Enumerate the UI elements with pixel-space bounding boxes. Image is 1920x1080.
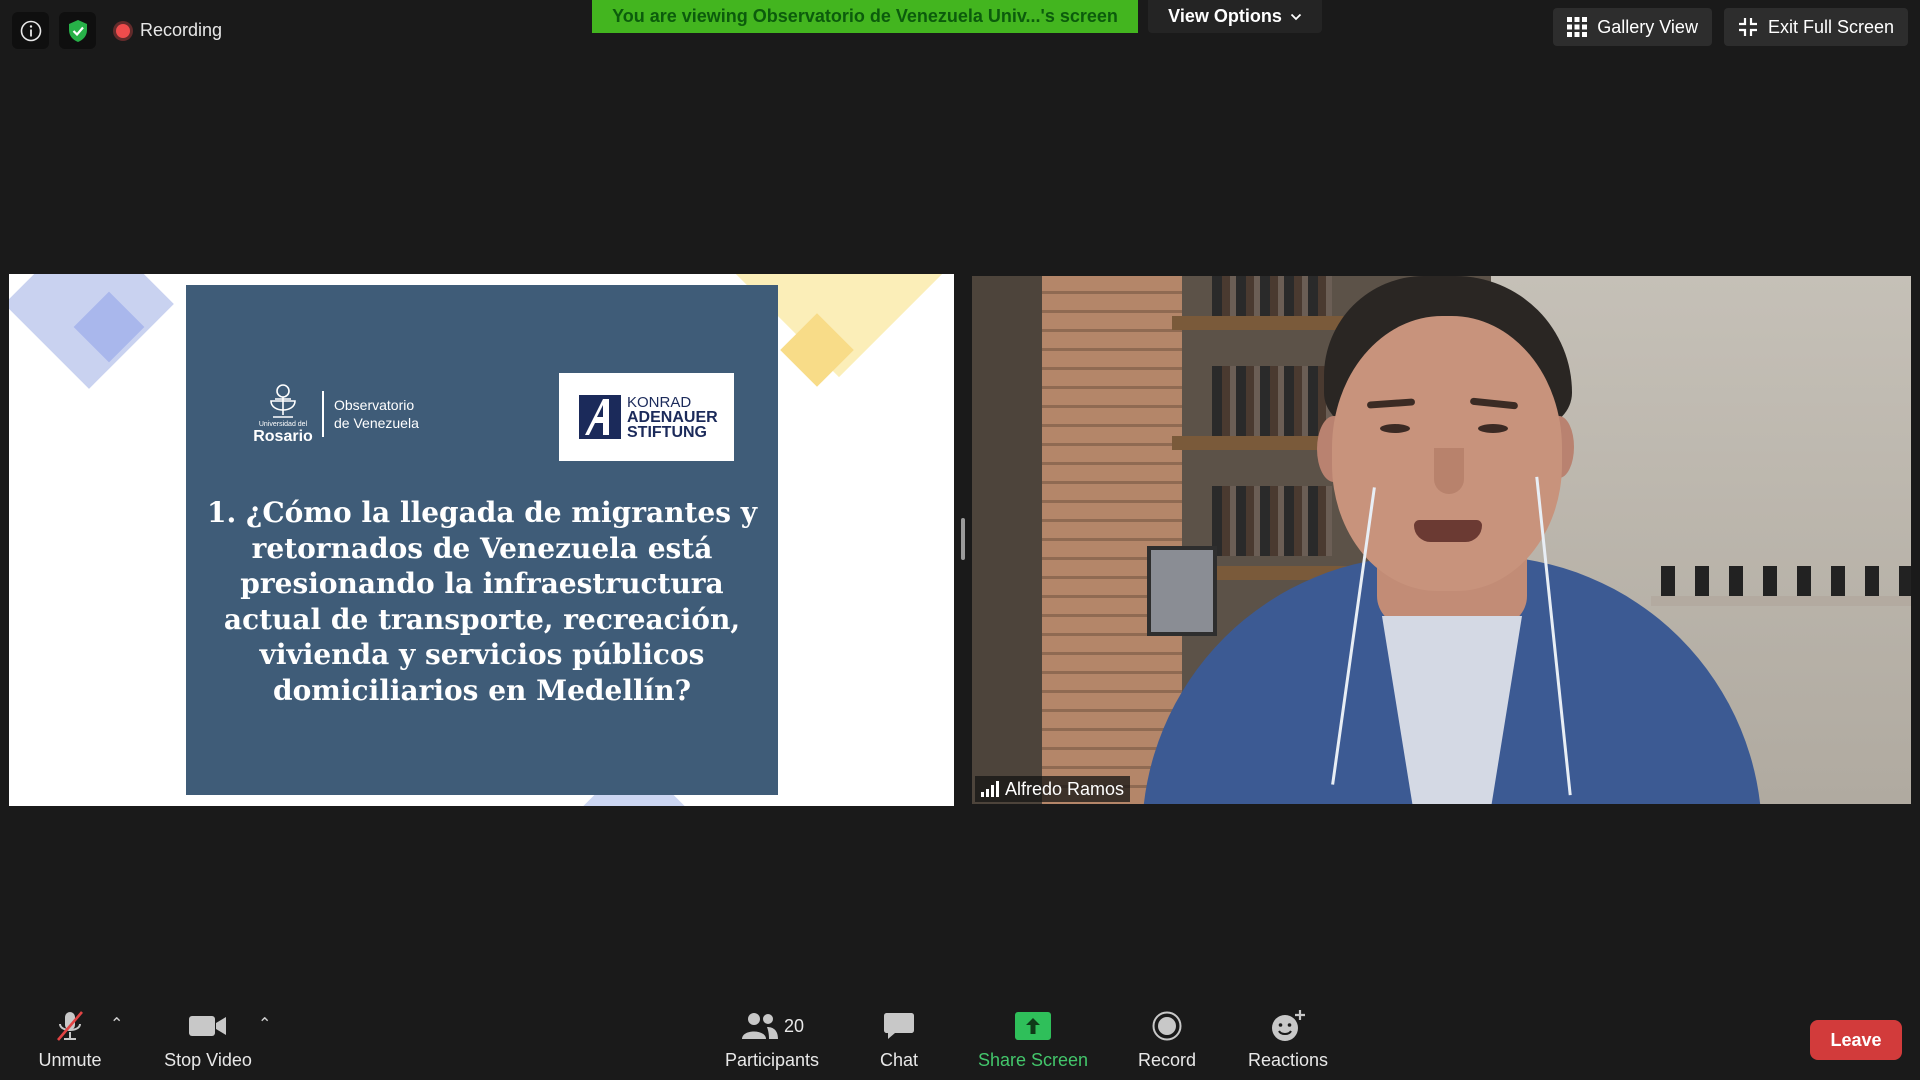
microphone-muted-icon bbox=[57, 1011, 83, 1041]
video-background bbox=[1147, 546, 1217, 636]
reactions-button[interactable]: Reactions bbox=[1242, 1000, 1334, 1080]
slide-card: Universidad del Rosario Observatorio de … bbox=[186, 285, 778, 795]
kas-line2: ADENAUER bbox=[627, 408, 718, 426]
participants-count: 20 bbox=[783, 1015, 805, 1036]
person-figure bbox=[1434, 448, 1464, 494]
exit-full-screen-button[interactable]: Exit Full Screen bbox=[1723, 8, 1908, 46]
univ-small-text: Universidad del bbox=[258, 421, 308, 428]
person-figure bbox=[1380, 424, 1410, 433]
info-icon bbox=[20, 20, 41, 41]
share-screen-icon bbox=[1015, 1012, 1051, 1040]
record-button[interactable]: Record bbox=[1130, 1000, 1204, 1080]
shield-check-icon bbox=[68, 19, 87, 42]
kas-line3: STIFTUNG bbox=[627, 423, 707, 441]
universidad-rosario-logo: Universidad del Rosario Observatorio de … bbox=[253, 381, 419, 446]
reactions-label: Reactions bbox=[1247, 1050, 1329, 1070]
meeting-toolbar: Unmute ⌃ Stop Video ⌃ 20 Participants Ch… bbox=[0, 1000, 1920, 1080]
recording-label: Recording bbox=[140, 20, 223, 40]
video-background bbox=[1212, 366, 1332, 436]
view-options-label: View Options bbox=[1168, 6, 1282, 26]
logo-divider bbox=[322, 390, 324, 437]
top-left-controls: Recording bbox=[12, 12, 232, 49]
participants-label: Participants bbox=[724, 1050, 820, 1070]
signal-strength-icon bbox=[981, 781, 999, 797]
observatorio-logo-text: Observatorio de Venezuela bbox=[334, 396, 419, 432]
participant-video[interactable]: Alfredo Ramos bbox=[972, 276, 1911, 804]
video-background bbox=[1212, 486, 1332, 556]
view-options-button[interactable]: View Options bbox=[1148, 0, 1322, 33]
recording-dot-icon bbox=[116, 23, 130, 38]
observatorio-line1: Observatorio bbox=[334, 396, 415, 413]
exit-full-screen-label: Exit Full Screen bbox=[1767, 16, 1894, 37]
chat-button[interactable]: Chat bbox=[862, 1000, 936, 1080]
gallery-view-button[interactable]: Gallery View bbox=[1553, 8, 1712, 46]
unmute-label: Unmute bbox=[38, 1050, 102, 1070]
record-label: Record bbox=[1137, 1050, 1197, 1070]
grid-icon bbox=[1567, 17, 1588, 37]
univ-name-text: Rosario bbox=[253, 428, 313, 445]
video-options-caret-icon[interactable]: ⌃ bbox=[258, 1014, 271, 1034]
observatorio-line2: de Venezuela bbox=[334, 414, 419, 431]
chevron-down-icon bbox=[1290, 13, 1301, 20]
participant-name: Alfredo Ramos bbox=[1005, 778, 1125, 799]
recording-indicator[interactable]: Recording bbox=[106, 12, 232, 49]
participants-icon bbox=[741, 1013, 778, 1039]
video-background bbox=[1661, 566, 1911, 596]
record-icon bbox=[1152, 1011, 1182, 1041]
stop-video-label: Stop Video bbox=[164, 1050, 252, 1070]
video-background bbox=[1212, 276, 1332, 316]
person-figure bbox=[1414, 520, 1482, 542]
unmute-button[interactable]: Unmute bbox=[30, 1000, 110, 1080]
chat-label: Chat bbox=[879, 1050, 919, 1070]
share-screen-button[interactable]: Share Screen bbox=[974, 1000, 1092, 1080]
share-screen-label: Share Screen bbox=[977, 1050, 1089, 1070]
video-background bbox=[1651, 596, 1911, 606]
encryption-button[interactable] bbox=[59, 12, 96, 49]
video-camera-icon bbox=[189, 1016, 226, 1036]
gallery-view-label: Gallery View bbox=[1597, 16, 1698, 37]
shared-screen[interactable]: Universidad del Rosario Observatorio de … bbox=[9, 274, 954, 806]
top-right-controls: Gallery View Exit Full Screen bbox=[1553, 8, 1908, 46]
konrad-adenauer-logo: KONRAD ADENAUER STIFTUNG bbox=[559, 373, 734, 461]
participant-name-tag: Alfredo Ramos bbox=[975, 776, 1131, 802]
meeting-info-button[interactable] bbox=[12, 12, 49, 49]
video-background bbox=[972, 276, 1042, 804]
kas-mark-icon bbox=[579, 395, 621, 439]
audio-options-caret-icon[interactable]: ⌃ bbox=[110, 1014, 123, 1034]
split-view-handle[interactable] bbox=[961, 518, 965, 560]
participants-button[interactable]: 20 Participants bbox=[718, 1000, 826, 1080]
stop-video-button[interactable]: Stop Video bbox=[158, 1000, 258, 1080]
reactions-icon bbox=[1272, 1010, 1305, 1041]
chat-bubble-icon bbox=[884, 1013, 914, 1039]
exit-full-screen-icon bbox=[1738, 18, 1757, 36]
kas-line1: KONRAD bbox=[627, 393, 692, 411]
video-background bbox=[1042, 276, 1182, 804]
rosario-crest-icon bbox=[270, 384, 296, 418]
person-figure bbox=[1478, 424, 1508, 433]
slide-question-text: 1. ¿Cómo la llegada de migrantes y retor… bbox=[207, 496, 757, 707]
leave-button[interactable]: Leave bbox=[1810, 1020, 1902, 1060]
screen-share-banner: You are viewing Observatorio de Venezuel… bbox=[592, 0, 1138, 33]
